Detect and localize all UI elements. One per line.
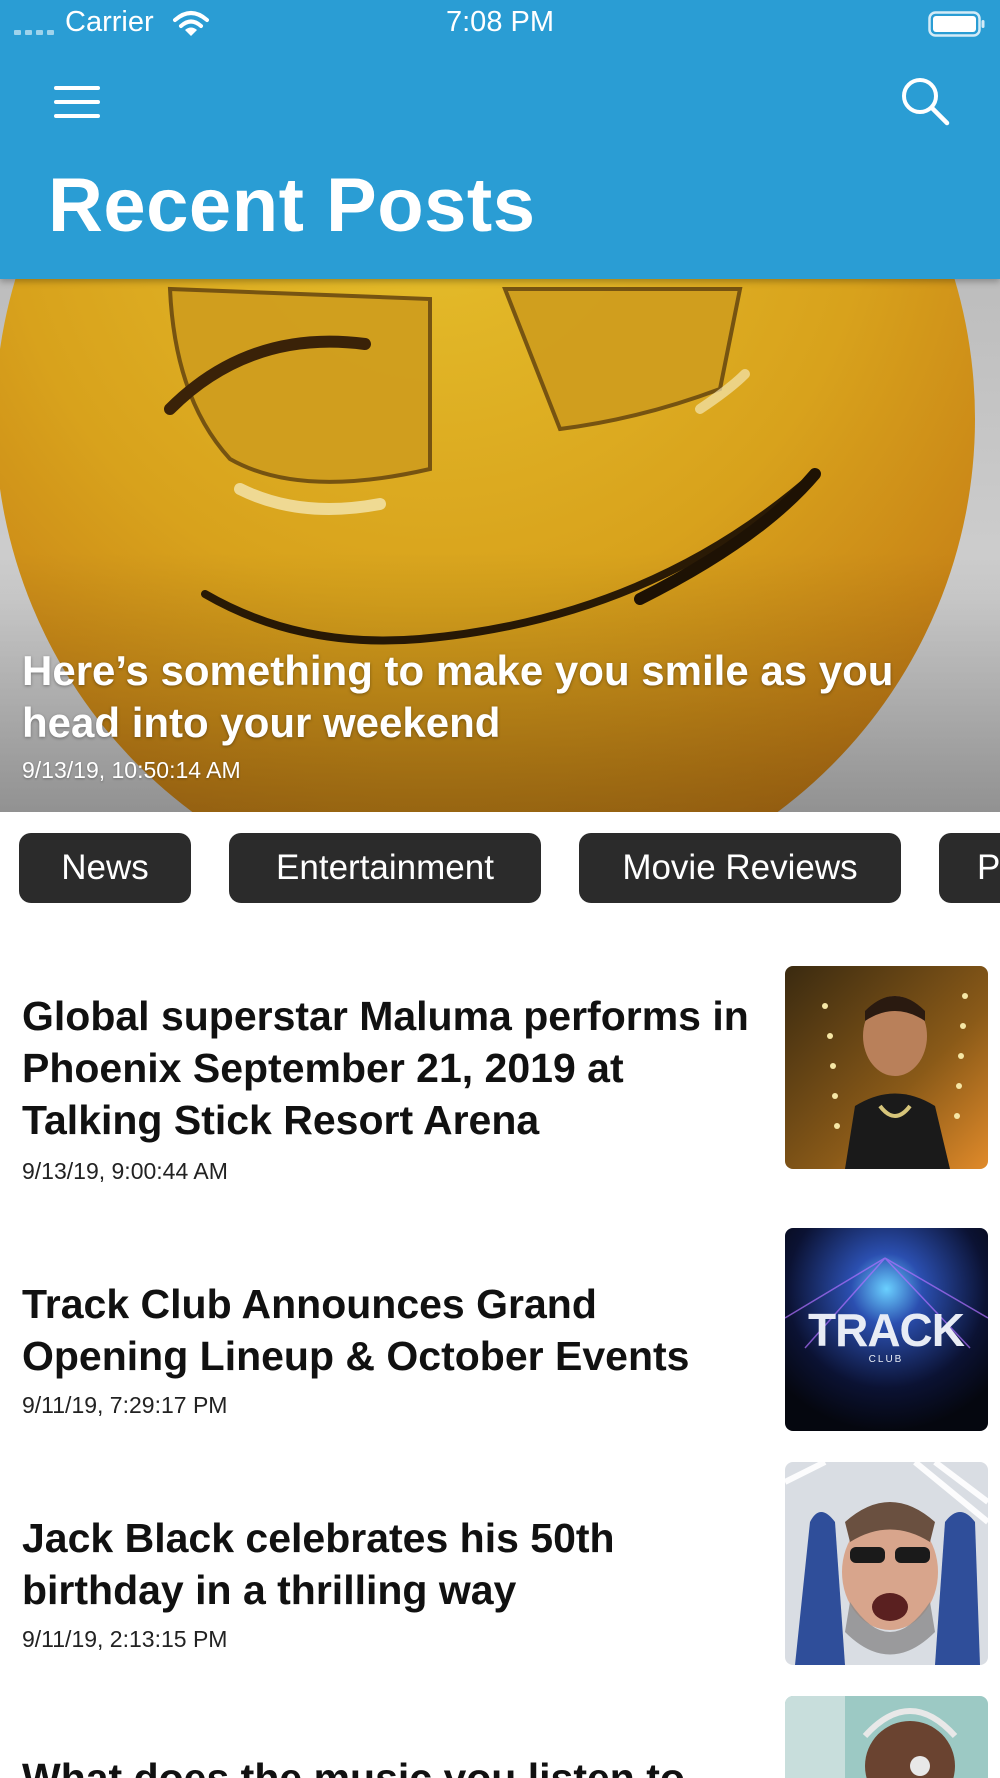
post-list-item[interactable]: Jack Black celebrates his 50th birthday … — [0, 1462, 1000, 1672]
post-title[interactable]: Track Club Announces Grand Opening Lineu… — [22, 1278, 762, 1382]
post-list-item[interactable]: Track Club Announces Grand Opening Lineu… — [0, 1228, 1000, 1438]
search-icon — [902, 78, 950, 126]
track-club-thumbnail-image: TRACK CLUB — [785, 1228, 988, 1431]
category-chip-movie-reviews[interactable]: Movie Reviews — [579, 833, 901, 903]
post-thumbnail[interactable]: TRACK CLUB — [785, 1228, 988, 1431]
post-title[interactable]: Global superstar Maluma performs in Phoe… — [22, 990, 762, 1146]
category-chip-partial[interactable]: P — [939, 833, 1000, 903]
post-title[interactable]: What does the music you listen to — [22, 1752, 762, 1778]
post-date: 9/11/19, 7:29:17 PM — [22, 1392, 228, 1418]
category-tabs: News Entertainment Movie Reviews P — [0, 812, 1000, 934]
featured-post-title[interactable]: Here’s something to make you smile as yo… — [22, 645, 982, 749]
status-time: 7:08 PM — [446, 6, 554, 38]
jack-black-thumbnail-image — [785, 1462, 988, 1665]
featured-post-date: 9/13/19, 10:50:14 AM — [22, 757, 241, 783]
page-title: Recent Posts — [48, 163, 536, 248]
track-club-logo-text: TRACK — [808, 1304, 965, 1356]
post-list-item[interactable]: Global superstar Maluma performs in Phoe… — [0, 960, 1000, 1190]
app-header: Carrier 7:08 PM Recent Posts — [0, 0, 1000, 279]
hamburger-menu-icon — [54, 86, 100, 118]
post-list-item[interactable]: What does the music you listen to — [0, 1696, 1000, 1778]
battery-icon — [928, 11, 985, 37]
post-date: 9/13/19, 9:00:44 AM — [22, 1158, 228, 1184]
post-thumbnail[interactable] — [785, 966, 988, 1169]
post-date: 9/11/19, 2:13:15 PM — [22, 1626, 228, 1652]
track-club-logo-subtext: CLUB — [869, 1354, 904, 1365]
post-title[interactable]: Jack Black celebrates his 50th birthday … — [22, 1512, 762, 1616]
category-chip-entertainment[interactable]: Entertainment — [229, 833, 541, 903]
status-bar: Carrier 7:08 PM — [0, 0, 1000, 48]
category-chip-news[interactable]: News — [19, 833, 191, 903]
music-thumbnail-image — [785, 1696, 988, 1778]
menu-button[interactable] — [44, 72, 110, 132]
post-thumbnail[interactable] — [785, 1462, 988, 1665]
maluma-thumbnail-image — [785, 966, 988, 1169]
search-button[interactable] — [892, 70, 958, 132]
featured-post[interactable]: Here’s something to make you smile as yo… — [0, 279, 1000, 812]
post-thumbnail[interactable] — [785, 1696, 988, 1778]
